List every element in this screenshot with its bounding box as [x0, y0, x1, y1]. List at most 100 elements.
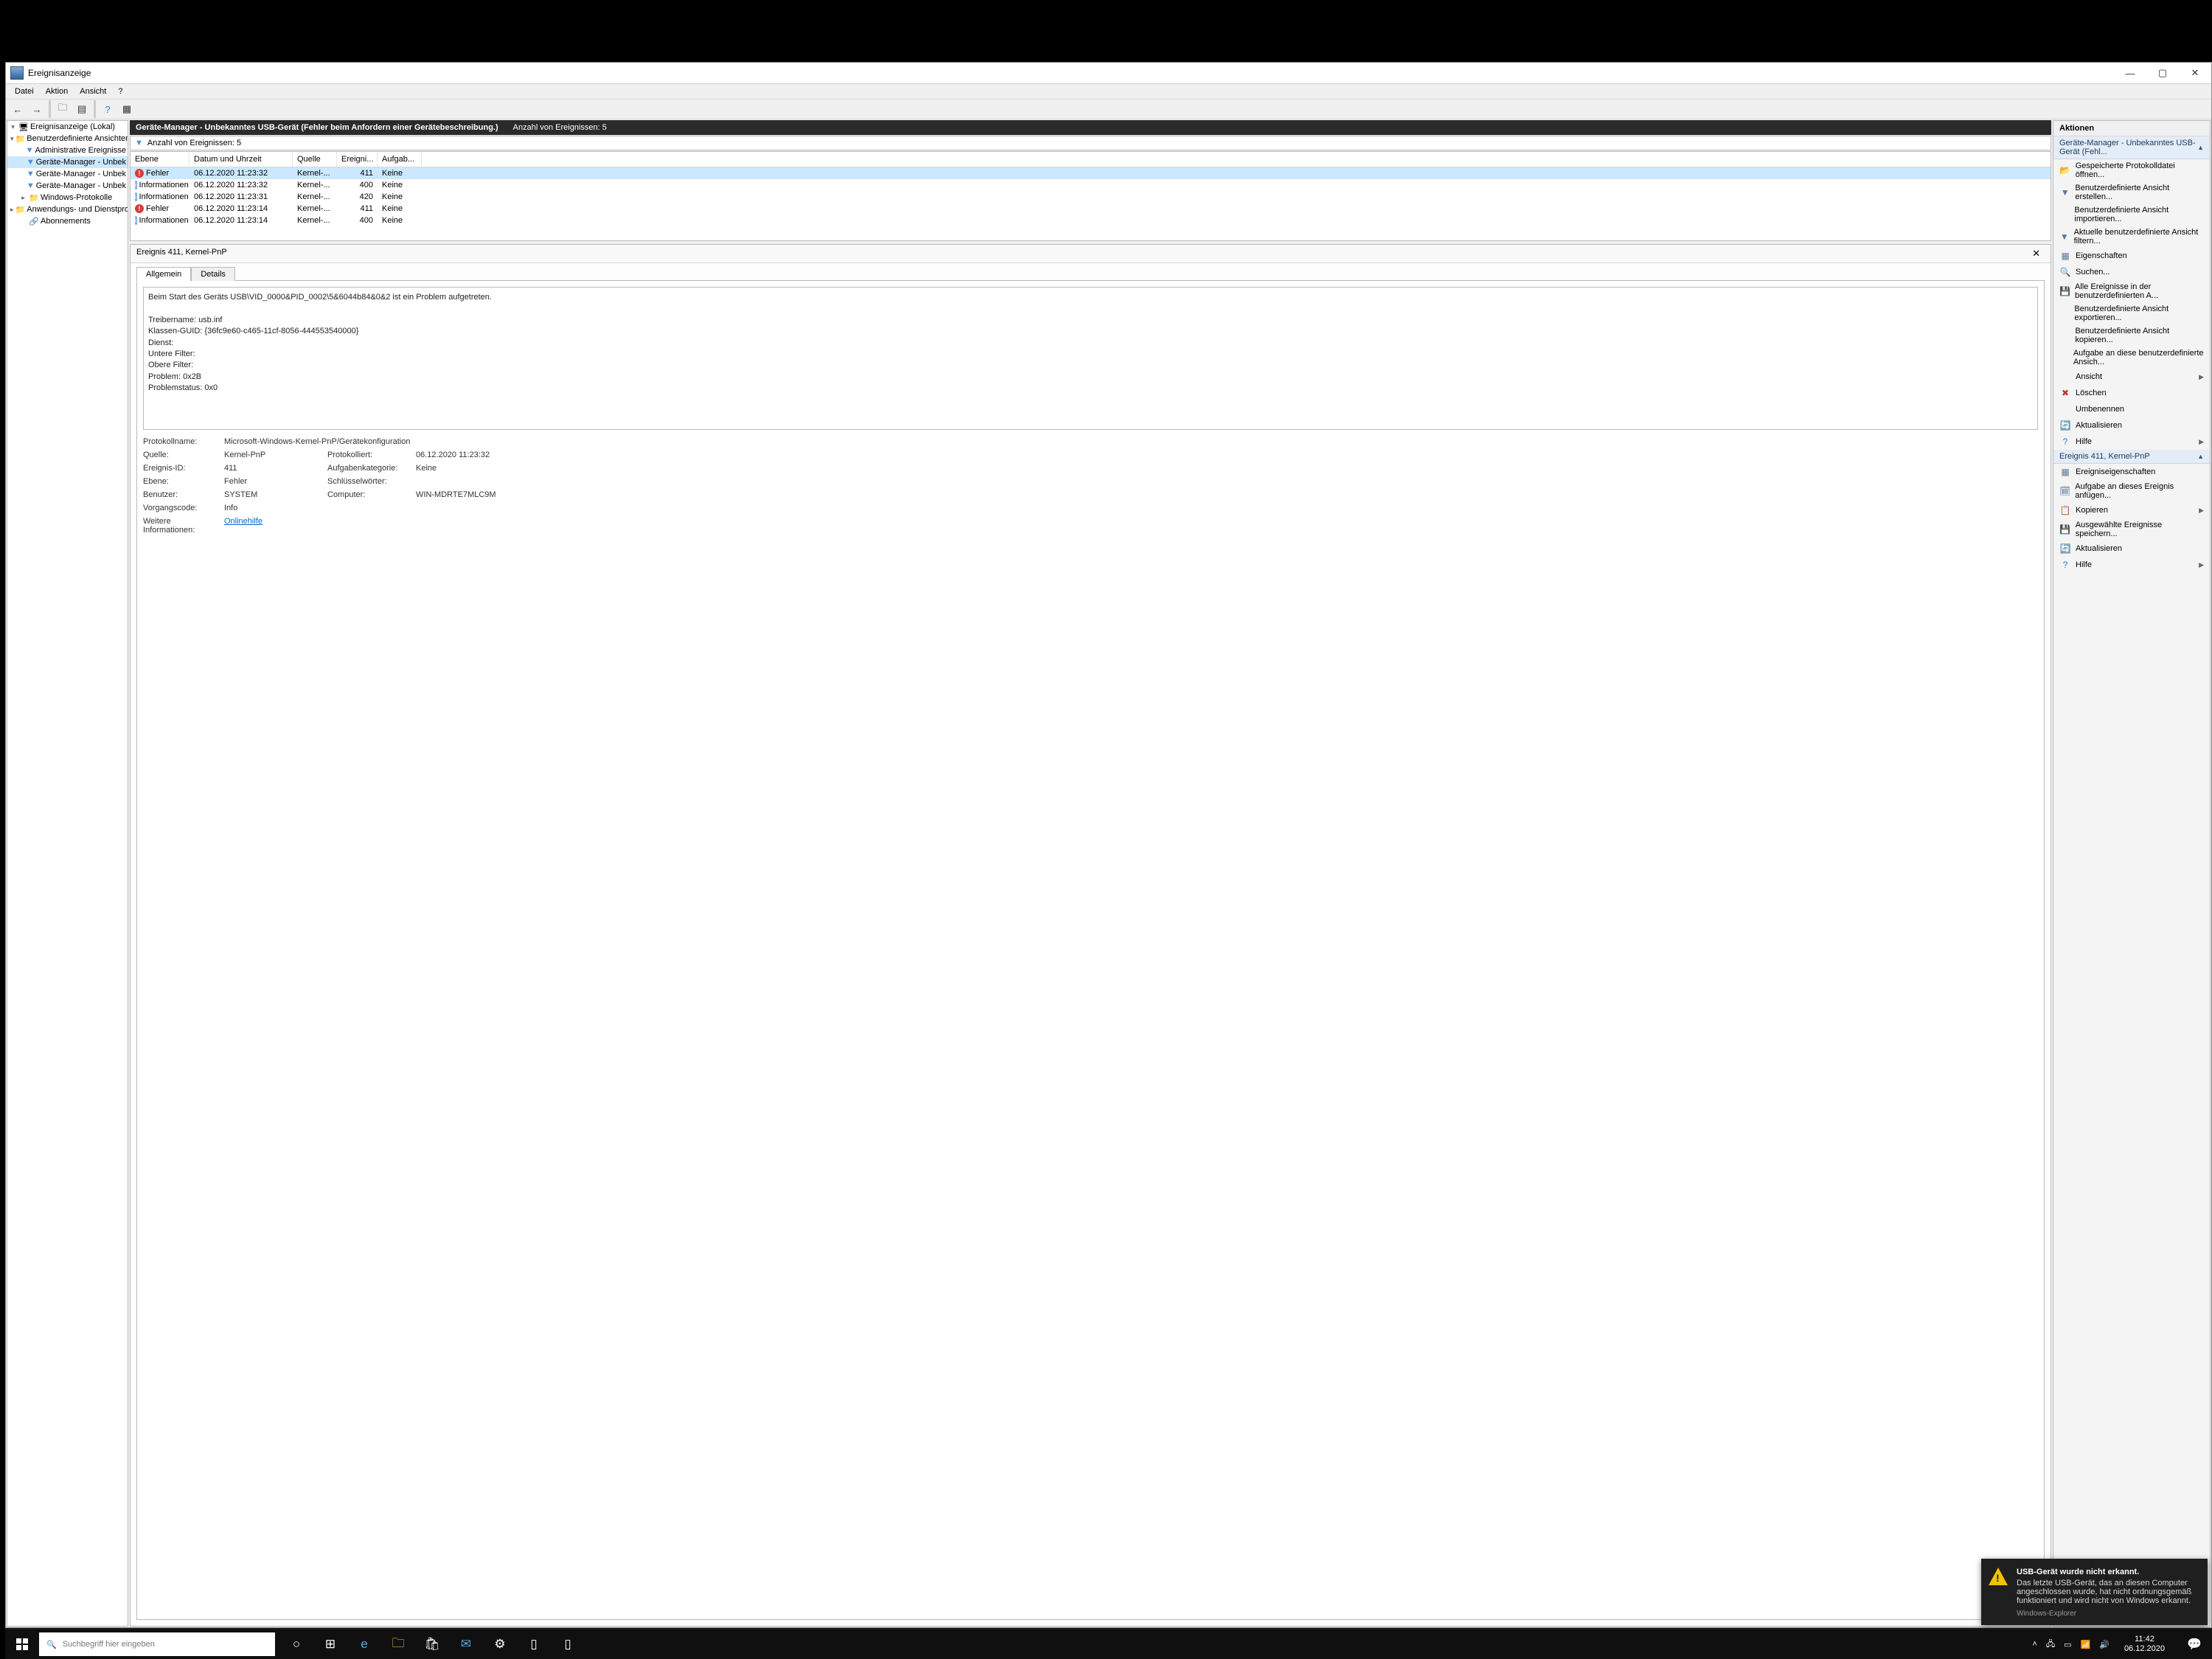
cortana-button[interactable]: ○ [279, 1630, 313, 1659]
action-item[interactable]: Umbenennen [2053, 401, 2210, 417]
taskbar-app-icon[interactable]: ⚙ [483, 1630, 517, 1659]
tree-item[interactable]: 🔗Abonnements [7, 215, 128, 227]
action-center-button[interactable]: 💬 [2180, 1630, 2209, 1659]
mail-icon[interactable]: ✉ [449, 1630, 483, 1659]
event-table[interactable]: Ebene Datum und Uhrzeit Quelle Ereigni..… [130, 151, 2051, 241]
event-message[interactable]: Beim Start des Geräts USB\VID_0000&PID_0… [143, 287, 2038, 430]
filter-button[interactable]: ▤ [73, 100, 91, 118]
action-item[interactable]: ?Hilfe▶ [2053, 434, 2210, 450]
col-source[interactable]: Quelle [293, 152, 337, 167]
cell-source: Kernel-... [293, 203, 337, 215]
col-datetime[interactable]: Datum und Uhrzeit [189, 152, 293, 167]
expand-icon[interactable]: ▸ [19, 194, 27, 202]
detail-close-button[interactable]: ✕ [2028, 248, 2045, 260]
network-icon[interactable]: 🖧 [2046, 1638, 2055, 1652]
action-item[interactable]: 📋Kopieren▶ [2053, 502, 2210, 518]
action-item[interactable]: Benutzerdefinierte Ansicht exportieren..… [2053, 302, 2210, 324]
col-eventid[interactable]: Ereigni... [337, 152, 378, 167]
tree-item[interactable]: ▼Administrative Ereignisse [7, 145, 128, 156]
action-item[interactable]: ?Hilfe▶ [2053, 557, 2210, 573]
expand-icon[interactable]: ▾ [9, 123, 17, 131]
action-item[interactable]: 💾Ausgewählte Ereignisse speichern... [2053, 518, 2210, 540]
action-label: Suchen... [2076, 268, 2110, 276]
action-item[interactable]: ▼Aktuelle benutzerdefinierte Ansicht fil… [2053, 226, 2210, 248]
prop-label: Schlüsselwörter: [327, 477, 416, 486]
tree-item[interactable]: ▸📁Windows-Protokolle [7, 192, 128, 204]
tree-item[interactable]: ▼Geräte-Manager - Unbek [7, 180, 128, 192]
wifi-icon[interactable]: 📶 [2081, 1640, 2091, 1649]
prop-value: 06.12.2020 11:23:32 [416, 451, 549, 459]
tree-item[interactable]: ▼Geräte-Manager - Unbek [7, 168, 128, 180]
navigation-tree[interactable]: ▾ 🖥 Ereignisanzeige (Lokal) ▾📁Benutzerde… [7, 120, 128, 1627]
action-icon: 🔄 [2059, 420, 2071, 431]
refresh-button[interactable]: ▦ [118, 100, 136, 118]
action-item[interactable]: Benutzerdefinierte Ansicht importieren..… [2053, 204, 2210, 226]
table-row[interactable]: !Fehler06.12.2020 11:23:14Kernel-...411K… [131, 203, 2051, 215]
taskbar[interactable]: 🔍 Suchbegriff hier eingeben ○ ⊞ e 🗀 🛍 ✉ … [5, 1630, 2212, 1659]
tree-item[interactable]: ▾📁Benutzerdefinierte Ansichten [7, 133, 128, 145]
volume-icon[interactable]: 🔊 [2099, 1640, 2110, 1649]
usb-notification-toast[interactable]: USB-Gerät wurde nicht erkannt. Das letzt… [1981, 1559, 2208, 1625]
store-icon[interactable]: 🛍 [415, 1630, 449, 1659]
col-level[interactable]: Ebene [131, 152, 189, 167]
table-header[interactable]: Ebene Datum und Uhrzeit Quelle Ereigni..… [131, 152, 2051, 167]
table-row[interactable]: iInformationen06.12.2020 11:23:31Kernel-… [131, 191, 2051, 203]
battery-icon[interactable]: ▭ [2064, 1640, 2071, 1649]
action-item[interactable]: Ansicht▶ [2053, 369, 2210, 385]
task-view-button[interactable]: ⊞ [313, 1630, 347, 1659]
edge-icon[interactable]: e [347, 1630, 381, 1659]
action-item[interactable]: 🔄Aktualisieren [2053, 417, 2210, 434]
tree-item[interactable]: ▼Geräte-Manager - Unbek [7, 156, 128, 168]
help-button[interactable]: ? [99, 100, 116, 118]
menu-datei[interactable]: Datei [9, 86, 40, 97]
table-row[interactable]: iInformationen06.12.2020 11:23:32Kernel-… [131, 179, 2051, 191]
taskbar-search[interactable]: 🔍 Suchbegriff hier eingeben [39, 1632, 275, 1656]
close-button[interactable]: ✕ [2179, 63, 2211, 83]
forward-button[interactable]: → [28, 100, 46, 118]
menu-ansicht[interactable]: Ansicht [74, 86, 112, 97]
action-item[interactable]: ▼Benutzerdefinierte Ansicht erstellen... [2053, 181, 2210, 204]
action-item[interactable]: ▦Ereigniseigenschaften [2053, 464, 2210, 480]
col-task[interactable]: Aufgab... [378, 152, 422, 167]
table-row[interactable]: iInformationen06.12.2020 11:23:14Kernel-… [131, 215, 2051, 226]
action-item[interactable]: ✖Löschen [2053, 385, 2210, 401]
action-item[interactable]: Benutzerdefinierte Ansicht kopieren... [2053, 324, 2210, 347]
action-item[interactable]: 🔄Aktualisieren [2053, 540, 2210, 557]
action-item[interactable]: Aufgabe an diese benutzerdefinierte Ansi… [2053, 347, 2210, 369]
action-item[interactable]: 🔍Suchen... [2053, 264, 2210, 280]
tray-chevron-icon[interactable]: ˄ [2032, 1640, 2037, 1649]
maximize-button[interactable]: ▢ [2146, 63, 2179, 83]
menu-help[interactable]: ? [112, 86, 128, 97]
minimize-button[interactable]: — [2114, 63, 2146, 83]
action-item[interactable]: 📂Gespeicherte Protokolldatei öffnen... [2053, 159, 2210, 181]
online-help-link[interactable]: Onlinehilfe [224, 517, 262, 526]
start-button[interactable] [5, 1630, 39, 1659]
tab-allgemein[interactable]: Allgemein [136, 267, 191, 281]
action-group-header[interactable]: Geräte-Manager - Unbekanntes USB-Gerät (… [2053, 136, 2210, 159]
tree-root[interactable]: ▾ 🖥 Ereignisanzeige (Lokal) [7, 121, 128, 133]
action-item[interactable]: 💾Alle Ereignisse in der benutzerdefinier… [2053, 280, 2210, 302]
menu-aktion[interactable]: Aktion [40, 86, 74, 97]
back-button[interactable]: ← [9, 100, 27, 118]
tab-details[interactable]: Details [191, 267, 235, 281]
collapse-icon[interactable]: ▲ [2197, 453, 2204, 460]
taskbar-app-icon[interactable]: ▯ [517, 1630, 551, 1659]
action-icon: 🗓 [2059, 485, 2070, 497]
show-tree-button[interactable]: 🗀 [54, 100, 72, 118]
action-item[interactable]: 🗓Aufgabe an dieses Ereignis anfügen... [2053, 480, 2210, 502]
action-icon: 📋 [2059, 504, 2071, 516]
system-tray[interactable]: ˄ 🖧 ▭ 📶 🔊 11:42 06.12.2020 💬 [2032, 1630, 2212, 1659]
file-explorer-icon[interactable]: 🗀 [381, 1630, 415, 1659]
table-row[interactable]: !Fehler06.12.2020 11:23:32Kernel-...411K… [131, 167, 2051, 179]
action-icon [2059, 209, 2070, 220]
expand-icon[interactable]: ▸ [10, 206, 14, 214]
action-item[interactable]: ▦Eigenschaften [2053, 248, 2210, 264]
expand-icon[interactable]: ▾ [10, 135, 14, 143]
tree-item[interactable]: ▸📁Anwendungs- und Dienstpro [7, 204, 128, 215]
taskbar-clock[interactable]: 11:42 06.12.2020 [2118, 1635, 2171, 1654]
titlebar[interactable]: Ereignisanzeige — ▢ ✕ [6, 63, 2211, 84]
taskbar-app-icon[interactable]: ▯ [551, 1630, 585, 1659]
action-group-header[interactable]: Ereignis 411, Kernel-PnP ▲ [2053, 450, 2210, 464]
collapse-icon[interactable]: ▲ [2197, 144, 2204, 151]
action-icon: ? [2059, 559, 2071, 571]
